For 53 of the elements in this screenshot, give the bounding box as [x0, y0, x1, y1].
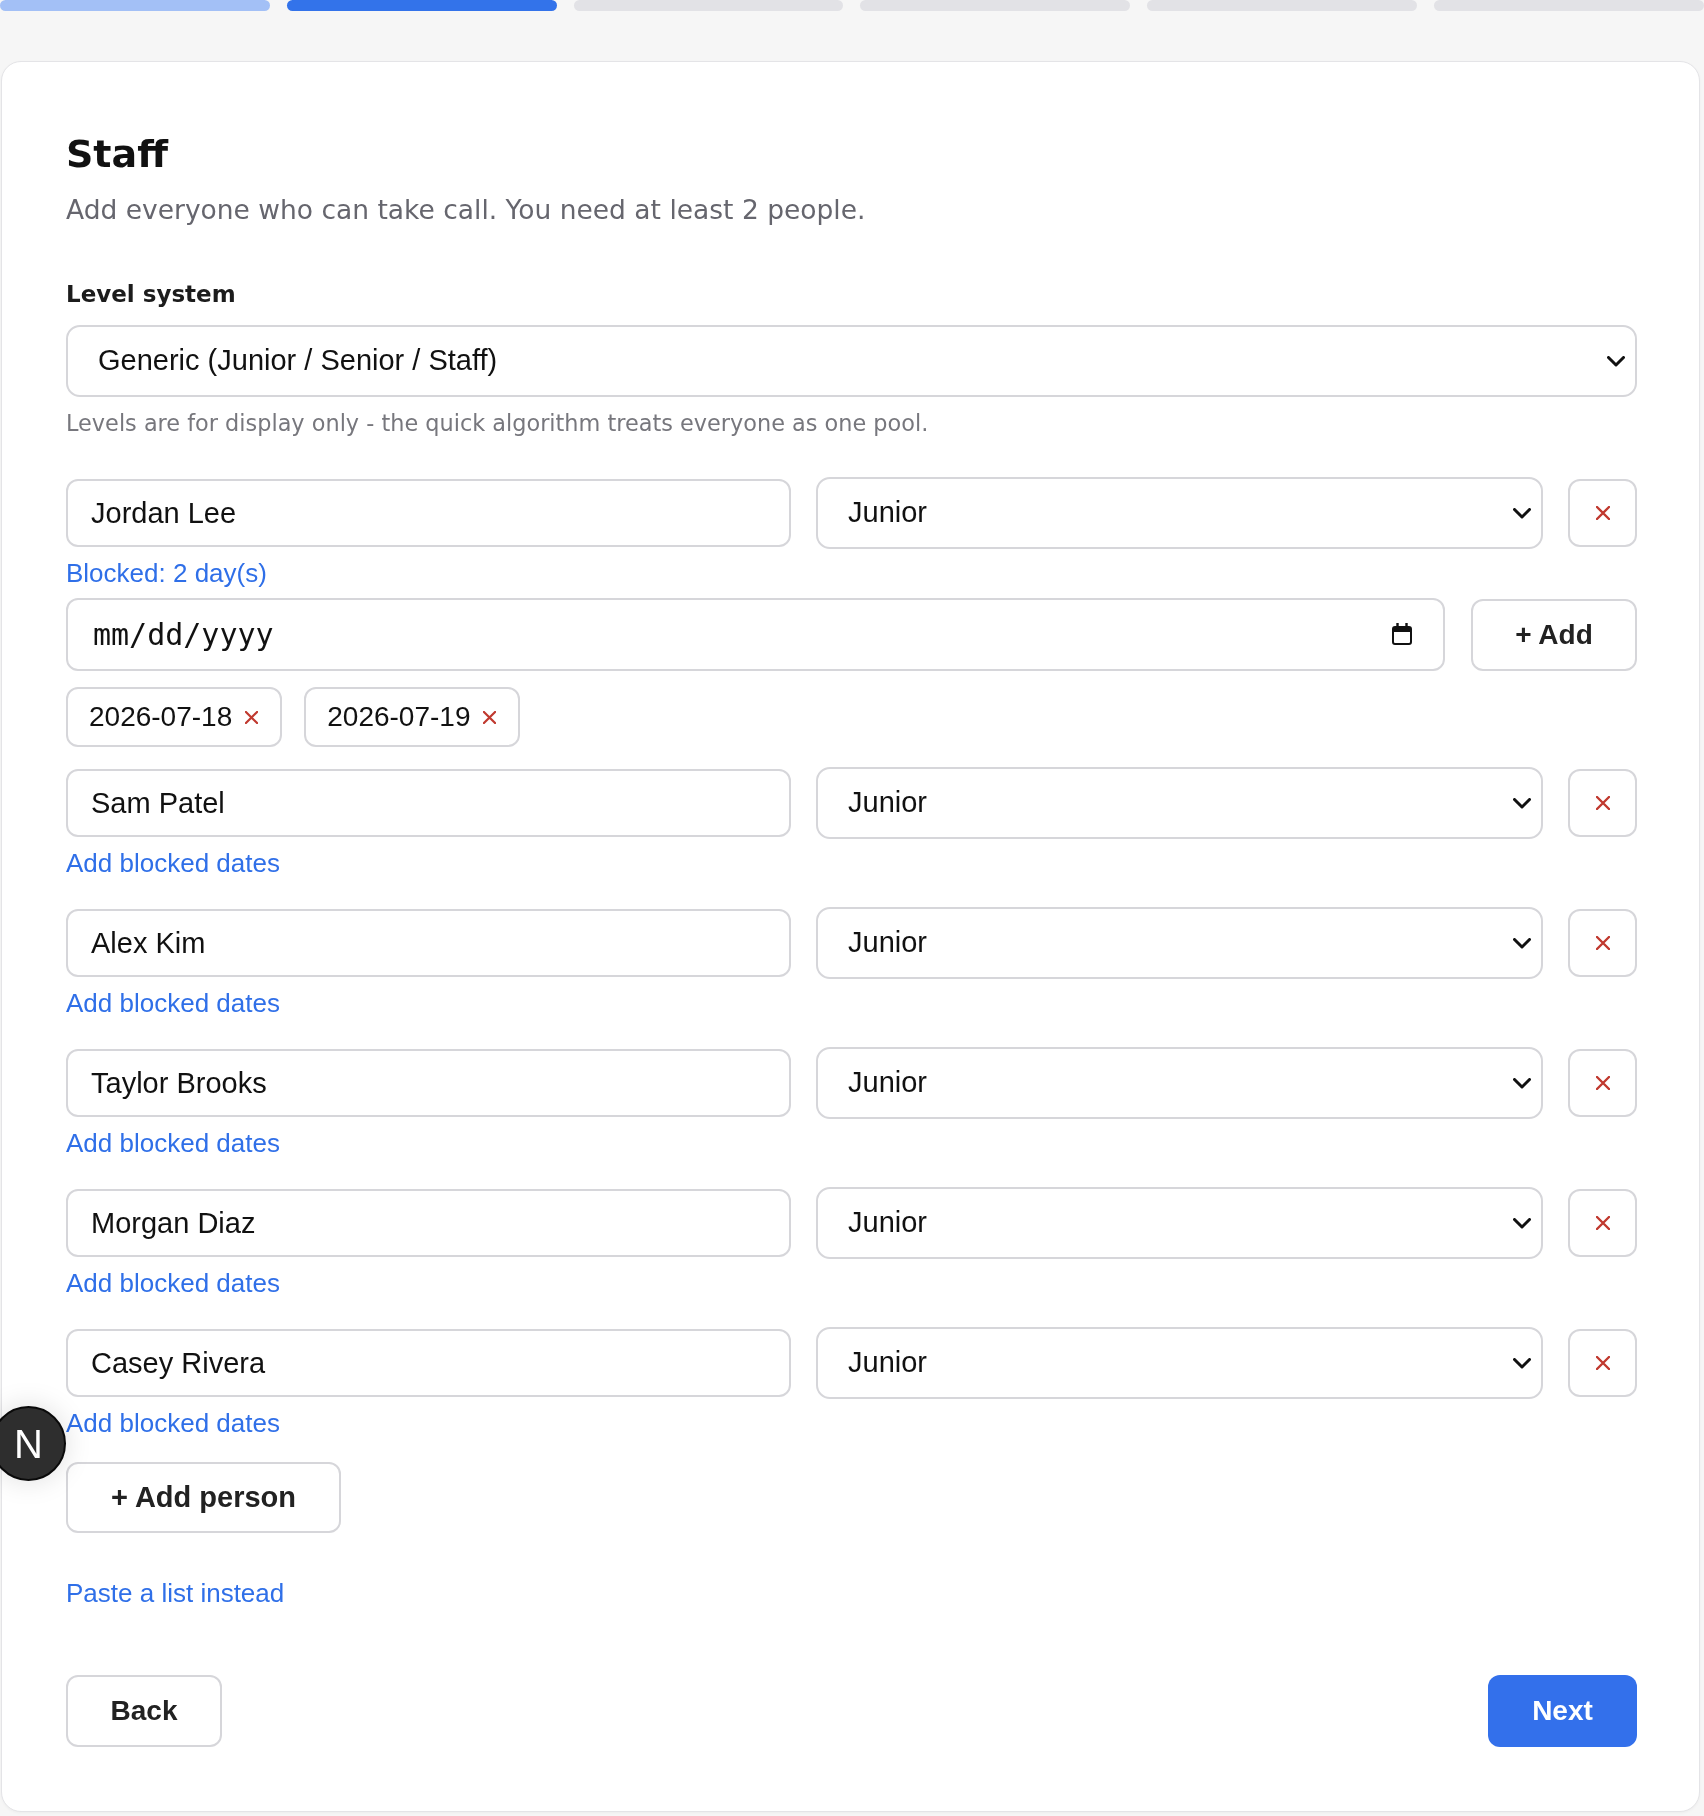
remove-person-button[interactable] — [1568, 1189, 1637, 1257]
field-label: Level system — [66, 280, 236, 309]
blocked-dates-link[interactable]: Add blocked dates — [66, 848, 280, 878]
page-subtitle: Add everyone who can take call. You need at least 2 people. — [66, 193, 866, 227]
remove-person-button[interactable] — [1568, 769, 1637, 837]
level-select[interactable]: Junior — [816, 907, 1543, 979]
name-input[interactable]: Jordan Lee — [66, 479, 791, 547]
close-icon — [1595, 1076, 1610, 1090]
next-button[interactable]: Next — [1488, 1675, 1637, 1747]
chip-date-text: 2026-07-18 — [89, 700, 233, 734]
blocked-dates-link[interactable]: Blocked: 2 day(s) — [66, 558, 267, 588]
back-button[interactable]: Back — [66, 1675, 222, 1747]
close-icon — [1595, 1216, 1610, 1230]
add-person-button[interactable]: + Add person — [66, 1462, 341, 1533]
level-select[interactable]: Junior — [816, 767, 1543, 839]
remove-person-button[interactable] — [1568, 479, 1637, 547]
name-input[interactable]: Taylor Brooks — [66, 1049, 791, 1117]
level-select[interactable]: Junior — [816, 1327, 1543, 1399]
level-select[interactable]: Junior — [816, 477, 1543, 549]
chip-date-text: 2026-07-19 — [327, 700, 471, 734]
calendar-icon[interactable] — [1392, 623, 1412, 645]
blocked-dates-link[interactable]: Add blocked dates — [66, 1128, 280, 1158]
close-icon — [1595, 796, 1610, 810]
page-title: Staff — [66, 131, 168, 178]
close-icon[interactable] — [483, 710, 497, 724]
name-input[interactable]: Morgan Diaz — [66, 1189, 791, 1257]
name-input[interactable]: Sam Patel — [66, 769, 791, 837]
chevron-down-icon — [1513, 937, 1531, 949]
date-input[interactable]: mm/dd/yyyy — [66, 598, 1445, 671]
remove-person-button[interactable] — [1568, 1329, 1637, 1397]
chevron-down-icon — [1513, 797, 1531, 809]
blocked-dates-link[interactable]: Add blocked dates — [66, 1268, 280, 1298]
chevron-down-icon — [1513, 1357, 1531, 1369]
chevron-down-icon — [1513, 1077, 1531, 1089]
level-select[interactable]: Junior — [816, 1187, 1543, 1259]
blocked-dates-link[interactable]: Add blocked dates — [66, 988, 280, 1018]
blocked-dates-link[interactable]: Add blocked dates — [66, 1408, 280, 1438]
close-icon — [1595, 1356, 1610, 1370]
remove-person-button[interactable] — [1568, 1049, 1637, 1117]
chevron-down-icon — [1607, 355, 1625, 367]
name-input[interactable]: Casey Rivera — [66, 1329, 791, 1397]
chevron-down-icon — [1513, 1217, 1531, 1229]
level-system-select[interactable]: Generic (Junior / Senior / Staff) — [66, 325, 1637, 397]
close-icon[interactable] — [245, 710, 259, 724]
add-date-button[interactable]: + Add — [1471, 598, 1637, 671]
paste-list-link[interactable]: Paste a list instead — [66, 1578, 285, 1608]
close-icon — [1595, 506, 1610, 520]
level-select[interactable]: Junior — [816, 1047, 1543, 1119]
chevron-down-icon — [1513, 507, 1531, 519]
remove-person-button[interactable] — [1568, 909, 1637, 977]
close-icon — [1595, 936, 1610, 950]
field-hint: Levels are for display only - the quick algorithm treats everyone as one pool. — [66, 409, 929, 438]
name-input[interactable]: Alex Kim — [66, 909, 791, 977]
